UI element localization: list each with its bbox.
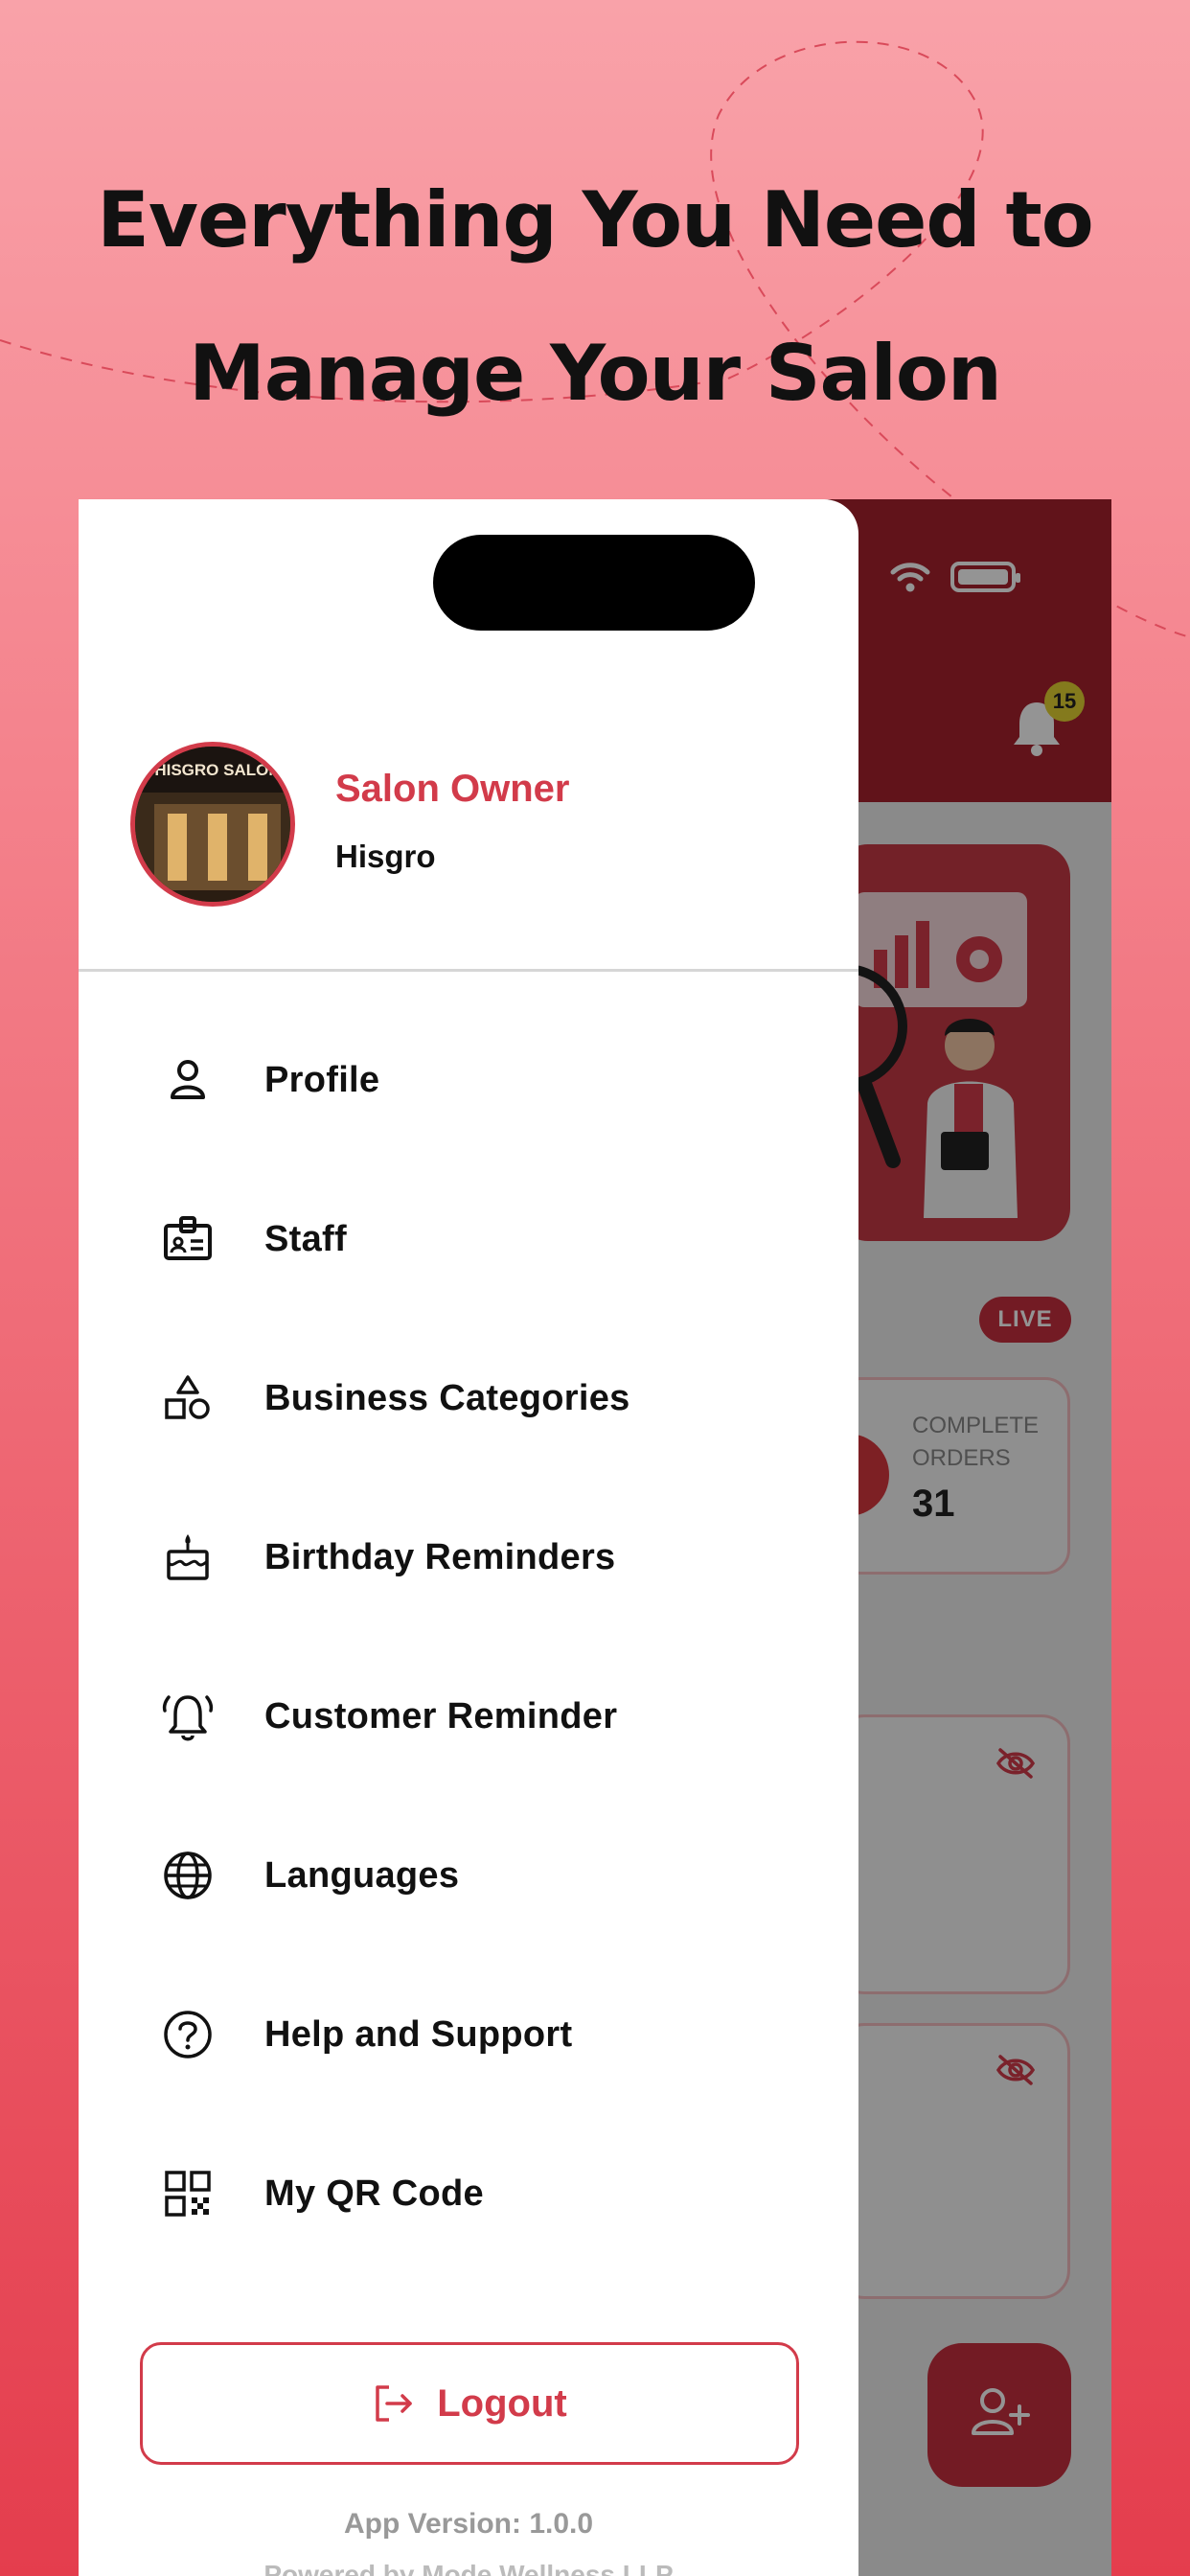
menu-item-profile[interactable]: Profile bbox=[79, 1023, 858, 1138]
avatar: HISGRO SALON bbox=[130, 742, 295, 907]
menu-item-my-qr-code[interactable]: My QR Code bbox=[79, 2136, 858, 2251]
menu-item-languages[interactable]: Languages bbox=[79, 1818, 858, 1933]
dynamic-island bbox=[433, 535, 755, 631]
app-version: App Version: 1.0.0 bbox=[343, 2508, 594, 2540]
menu-item-label: Business Categories bbox=[264, 1377, 630, 1418]
cake-icon bbox=[161, 1530, 215, 1584]
menu-item-label: Help and Support bbox=[264, 2013, 573, 2055]
id-badge-icon bbox=[161, 1212, 215, 1266]
salon-photo: HISGRO SALON bbox=[135, 747, 290, 902]
headline: Everything You Need to Manage Your Salon bbox=[0, 144, 1190, 450]
menu-item-staff[interactable]: Staff bbox=[79, 1182, 858, 1297]
person-icon bbox=[161, 1053, 215, 1107]
headline-line-2: Manage Your Salon bbox=[189, 329, 1002, 418]
phone-mockup: 15 LIVE COMPLETE ORDERS 31 HISGRO SALON … bbox=[79, 499, 1111, 2576]
alarm-bell-icon bbox=[161, 1690, 215, 1743]
menu-item-help-and-support[interactable]: Help and Support bbox=[79, 1977, 858, 2092]
shapes-icon bbox=[161, 1371, 215, 1425]
avatar-text: HISGRO SALON bbox=[154, 761, 280, 779]
logout-label: Logout bbox=[437, 2381, 567, 2425]
headline-line-1: Everything You Need to bbox=[97, 175, 1093, 264]
menu-item-label: Profile bbox=[264, 1059, 380, 1100]
menu-item-label: My QR Code bbox=[264, 2173, 484, 2214]
divider bbox=[79, 969, 858, 972]
menu-item-label: Languages bbox=[264, 1854, 460, 1896]
qr-code-icon bbox=[161, 2167, 215, 2220]
logout-button[interactable]: Logout bbox=[140, 2342, 799, 2465]
menu-item-label: Staff bbox=[264, 1218, 347, 1259]
help-circle-icon bbox=[161, 2008, 215, 2061]
menu-item-customer-reminder[interactable]: Customer Reminder bbox=[79, 1659, 858, 1774]
menu-item-label: Birthday Reminders bbox=[264, 1536, 616, 1577]
logout-icon bbox=[376, 2385, 412, 2422]
navigation-drawer: HISGRO SALON Salon Owner Hisgro Profile … bbox=[79, 499, 858, 2576]
business-name: Hisgro bbox=[335, 839, 436, 874]
user-role: Salon Owner bbox=[335, 768, 570, 810]
powered-by: Powered by Mode Wellness LLP bbox=[263, 2560, 674, 2576]
menu-item-label: Customer Reminder bbox=[264, 1695, 618, 1736]
menu-item-business-categories[interactable]: Business Categories bbox=[79, 1341, 858, 1456]
menu-item-birthday-reminders[interactable]: Birthday Reminders bbox=[79, 1500, 858, 1615]
globe-icon bbox=[161, 1849, 215, 1902]
